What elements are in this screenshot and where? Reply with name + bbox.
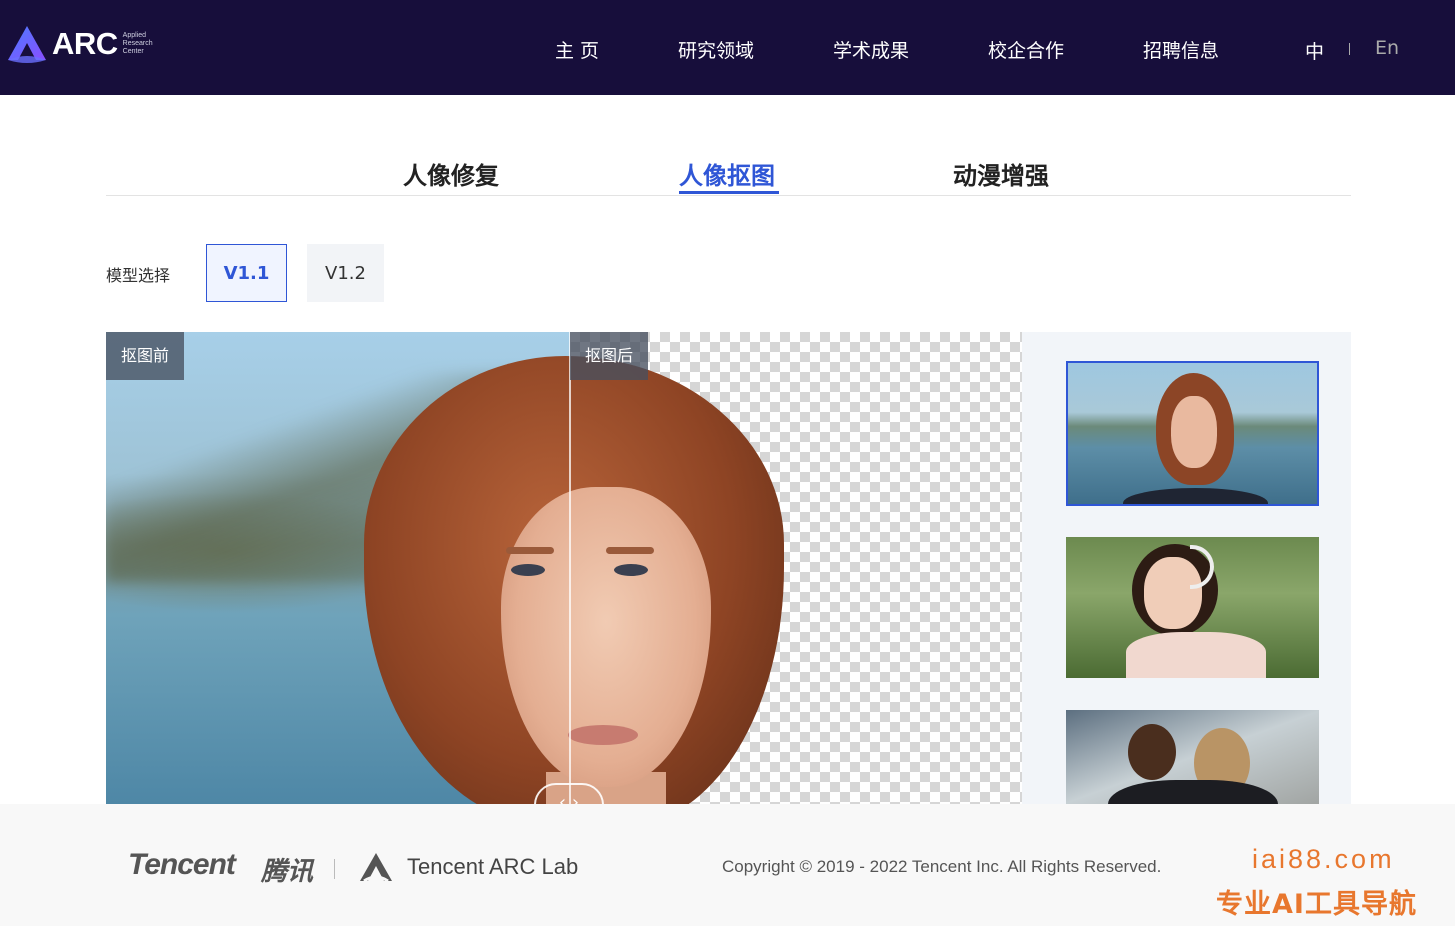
subject-eye-left	[511, 564, 545, 576]
nav-cooperation[interactable]: 校企合作	[988, 36, 1064, 63]
tencent-logo: Tencent	[128, 848, 236, 881]
compare-divider[interactable]	[569, 332, 571, 804]
model-select-label: 模型选择	[106, 266, 171, 285]
model-v1-2-button[interactable]: V1.2	[307, 244, 384, 302]
lang-divider	[1349, 43, 1350, 55]
after-label: 抠图后	[570, 332, 649, 380]
watermark-url: iai88.com	[1252, 844, 1395, 874]
active-tab-underline	[679, 191, 779, 194]
tab-portrait-matting[interactable]: 人像抠图	[679, 156, 775, 191]
nav-jobs[interactable]: 招聘信息	[1143, 36, 1219, 63]
watermark-tagline: 专业AI工具导航	[1216, 889, 1417, 920]
sample-gallery	[1022, 332, 1351, 804]
nav-research[interactable]: 研究领域	[678, 36, 754, 63]
tencent-logo-cn: 腾讯	[261, 857, 314, 887]
compare-slider-handle[interactable]: ‹ ›	[534, 783, 604, 804]
lang-zh-button[interactable]: 中	[1305, 37, 1324, 64]
lang-en-button[interactable]: En	[1375, 37, 1399, 59]
chevron-right-icon: ›	[571, 792, 580, 804]
arc-lab-icon	[360, 853, 392, 883]
subject-eye-right	[614, 564, 648, 576]
sample-thumb-redhead[interactable]	[1066, 361, 1319, 506]
subject-lips	[568, 725, 638, 745]
tab-anime-enhance[interactable]: 动漫增强	[953, 156, 1049, 191]
feature-tabs: 人像修复 人像抠图 动漫增强	[106, 130, 1351, 196]
nav-home[interactable]: 主 页	[555, 36, 599, 63]
chevron-left-icon: ‹	[558, 792, 567, 804]
tab-portrait-restore[interactable]: 人像修复	[403, 156, 499, 191]
top-header: ARC Applied Research Center 主 页 研究领域 学术成…	[0, 0, 1455, 95]
footer-divider	[334, 859, 335, 879]
subject-brow-right	[606, 547, 654, 554]
sample-thumb-headphones[interactable]	[1066, 537, 1319, 678]
nav-publications[interactable]: 学术成果	[833, 36, 909, 63]
copyright-text: Copyright © 2019 - 2022 Tencent Inc. All…	[722, 857, 1162, 876]
subject-brow-left	[506, 547, 554, 554]
sample-thumb-two-women[interactable]	[1066, 710, 1319, 804]
compare-viewer[interactable]: ‹ › 抠图前 抠图后	[106, 332, 1022, 804]
footer: Tencent 腾讯 Tencent ARC Lab Copyright © 2…	[0, 804, 1455, 926]
main-nav: 主 页 研究领域 学术成果 校企合作 招聘信息	[0, 36, 1455, 62]
model-v1-1-button[interactable]: V1.1	[206, 244, 287, 302]
before-label: 抠图前	[106, 332, 185, 380]
arc-lab-name: Tencent ARC Lab	[407, 854, 579, 879]
